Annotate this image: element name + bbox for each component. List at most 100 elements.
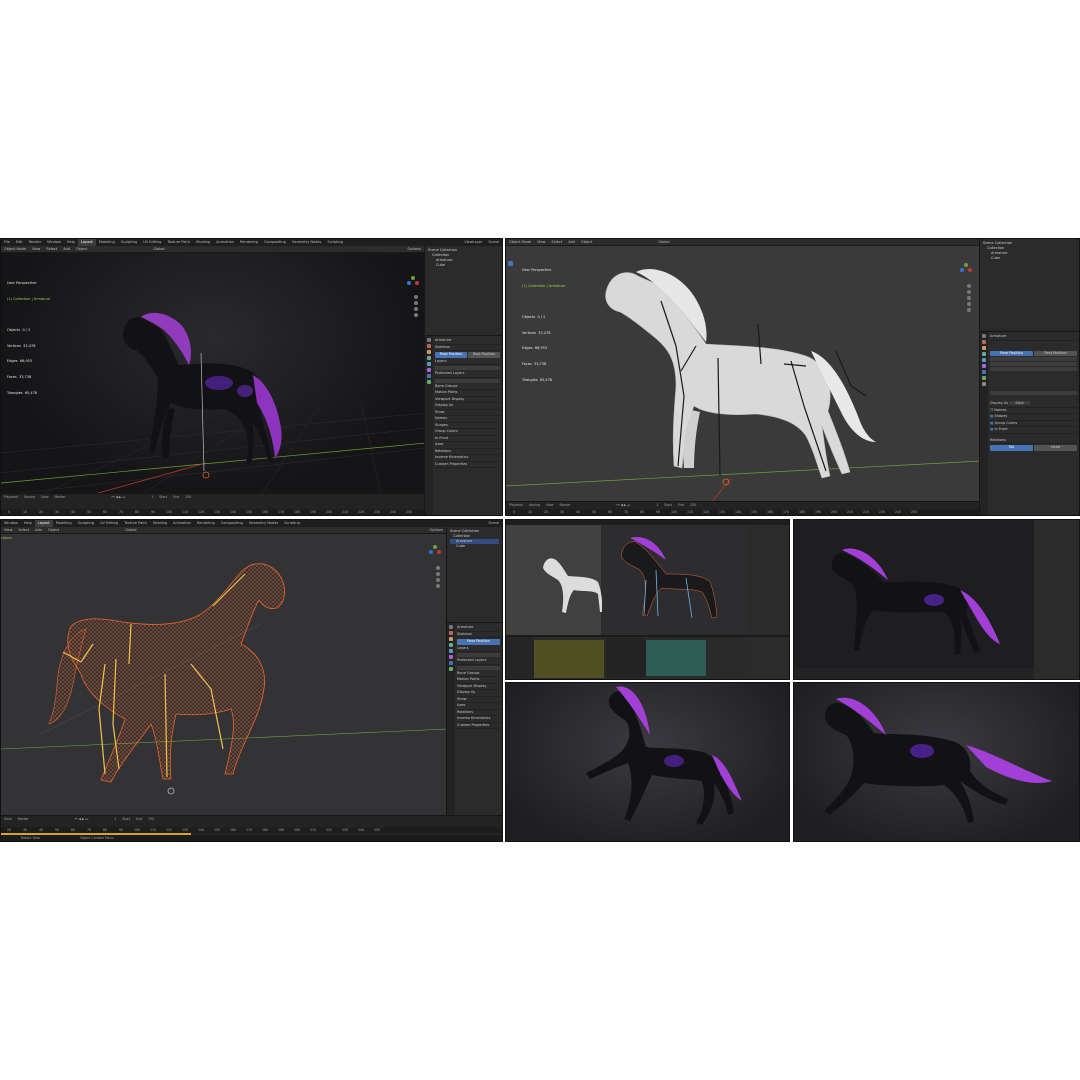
tab-sculpting[interactable]: Sculpting: [75, 520, 97, 527]
properties-tabs[interactable]: [447, 623, 455, 841]
header-select[interactable]: Select: [15, 527, 32, 533]
tab-shading[interactable]: Shading: [193, 239, 213, 246]
show-in-front[interactable]: ■ In Front: [990, 427, 1077, 434]
tail-button[interactable]: Tail: [990, 445, 1033, 451]
header-view[interactable]: View: [534, 239, 548, 245]
playback-controls-icon[interactable]: ⏮ ◀ ▶ ⏭: [109, 494, 129, 500]
timeline-view[interactable]: View: [38, 494, 52, 500]
end-frame-field[interactable]: 250: [687, 502, 699, 508]
tab-texture-paint[interactable]: Texture Paint: [121, 520, 150, 527]
tab-layout[interactable]: Layout: [77, 239, 96, 246]
navigation-gizmo[interactable]: [959, 262, 973, 276]
outliner[interactable]: Scene Collection Collection Armature Cub…: [424, 246, 502, 334]
properties-tabs[interactable]: [980, 332, 988, 515]
timeline-keying[interactable]: Keying: [21, 494, 38, 500]
pose-position-button[interactable]: Pose Position: [457, 639, 500, 645]
display-as-select[interactable]: Stick: [1009, 401, 1030, 405]
scene-selector[interactable]: Scene: [485, 520, 502, 527]
header-select[interactable]: Select: [548, 239, 565, 245]
start-frame-field[interactable]: 1: [111, 816, 119, 822]
start-frame-field[interactable]: 1: [653, 502, 661, 508]
section-layers[interactable]: Layers: [457, 646, 500, 652]
timeline[interactable]: Playback Keying View Marker ⏮ ◀ ▶ ⏭ 1 Start End…: [506, 501, 979, 515]
header-select[interactable]: Select: [43, 246, 60, 252]
nav-buttons[interactable]: [436, 564, 440, 590]
menu-window[interactable]: Window: [1, 520, 21, 527]
properties-editor[interactable]: Armature Skeleton Pose Position Layers Prote…: [446, 622, 502, 841]
tab-uv-editing[interactable]: UV Editing: [97, 520, 121, 527]
transform-orientation-select[interactable]: Global: [150, 246, 167, 252]
viewport[interactable]: User Perspective (1) Collection | Armatu…: [506, 246, 979, 501]
outliner-cube[interactable]: Cube: [428, 263, 499, 268]
tab-compositing[interactable]: Compositing: [261, 239, 289, 246]
tab-scripting[interactable]: Scripting: [281, 520, 303, 527]
header-add[interactable]: Add: [565, 239, 578, 245]
transform-orientation-select[interactable]: Global: [655, 239, 672, 245]
properties-editor[interactable]: Armature Skeleton Pose Position Rest Positi…: [424, 335, 502, 515]
tab-uv-editing[interactable]: UV Editing: [140, 239, 164, 246]
viewport[interactable]: User Perspective (1) Collection | Armatu…: [1, 253, 424, 493]
tab-scripting[interactable]: Scripting: [324, 239, 346, 246]
tab-geometry-nodes[interactable]: Geometry Nodes: [289, 239, 325, 246]
header-object-mode[interactable]: Object Mode: [506, 239, 534, 245]
nav-buttons[interactable]: [967, 282, 971, 314]
header-view[interactable]: View: [1, 527, 15, 533]
menu-help[interactable]: Help: [64, 239, 78, 246]
section-protected-layers[interactable]: Protected Layers: [435, 371, 500, 378]
outliner-cube[interactable]: Cube: [983, 256, 1076, 261]
properties-editor[interactable]: Armature Pose Position Rest Position Disp…: [979, 331, 1079, 515]
tab-geometry-nodes[interactable]: Geometry Nodes: [246, 520, 282, 527]
timeline-keying[interactable]: Keying: [526, 502, 543, 508]
timeline-view[interactable]: View: [1, 816, 15, 822]
start-frame-field[interactable]: 1: [148, 494, 156, 500]
navigation-gizmo[interactable]: [406, 275, 420, 289]
tab-sculpting[interactable]: Sculpting: [118, 239, 140, 246]
tab-layout[interactable]: Layout: [34, 520, 53, 527]
tab-shading[interactable]: Shading: [150, 520, 170, 527]
timeline-marker[interactable]: Marker: [15, 816, 32, 822]
tab-rendering[interactable]: Rendering: [194, 520, 218, 527]
tab-texture-paint[interactable]: Texture Paint: [164, 239, 193, 246]
timeline[interactable]: View Marker ⏮ ◀ ▶ ⏭ 1 Start End 250 20 30 40 50 60…: [1, 815, 502, 841]
section-layers[interactable]: Layers: [435, 359, 500, 365]
header-view[interactable]: View: [29, 246, 43, 252]
section-skeleton[interactable]: Skeleton: [457, 632, 500, 638]
end-frame-field[interactable]: 250: [145, 816, 157, 822]
tab-animation[interactable]: Animation: [213, 239, 237, 246]
timeline[interactable]: Playback Keying View Marker ⏮ ◀ ▶ ⏭ 1 Start End…: [1, 493, 424, 515]
menu-window[interactable]: Window: [44, 239, 64, 246]
head-button[interactable]: Head: [1034, 445, 1077, 451]
timeline-playback[interactable]: Playback: [506, 502, 526, 508]
end-frame-field[interactable]: 250: [182, 494, 194, 500]
menu-render[interactable]: Render: [26, 239, 44, 246]
header-object[interactable]: Object: [578, 239, 595, 245]
timeline-marker[interactable]: Marker: [557, 502, 574, 508]
tab-compositing[interactable]: Compositing: [218, 520, 246, 527]
menu-edit[interactable]: Edit: [13, 239, 26, 246]
header-add[interactable]: Add: [60, 246, 73, 252]
options-button[interactable]: Options: [426, 527, 446, 533]
section-skeleton[interactable]: Skeleton: [435, 345, 500, 351]
outliner-cube[interactable]: Cube: [450, 544, 499, 549]
header-add[interactable]: Add: [32, 527, 45, 533]
header-object[interactable]: Object: [45, 527, 62, 533]
pose-position-button[interactable]: Pose Position: [990, 350, 1033, 356]
tab-rendering[interactable]: Rendering: [237, 239, 261, 246]
playback-controls-icon[interactable]: ⏮ ◀ ▶ ⏭: [72, 816, 92, 822]
outliner[interactable]: Scene Collection Collection Armature Cub…: [979, 239, 1079, 329]
position-toggle[interactable]: Pose Position Rest Position: [435, 352, 500, 358]
properties-tabs[interactable]: [425, 336, 433, 515]
scene-selector[interactable]: Scene: [485, 239, 502, 246]
header-object[interactable]: Object: [73, 246, 90, 252]
viewport[interactable]: rature: [1, 534, 446, 815]
section-protected-layers[interactable]: Protected Layers: [457, 658, 500, 665]
tab-modeling[interactable]: Modeling: [53, 520, 75, 527]
section-custom-properties[interactable]: Custom Properties: [435, 462, 500, 468]
viewlayer-selector[interactable]: ViewLayer: [461, 239, 485, 246]
transform-orientation-select[interactable]: Global: [122, 527, 139, 533]
rest-position-button[interactable]: Rest Position: [1034, 350, 1077, 356]
menu-file[interactable]: File: [1, 239, 13, 246]
menu-help[interactable]: Help: [21, 520, 35, 527]
toolbar[interactable]: [508, 260, 515, 309]
position-toggle[interactable]: Pose Position: [457, 639, 500, 645]
